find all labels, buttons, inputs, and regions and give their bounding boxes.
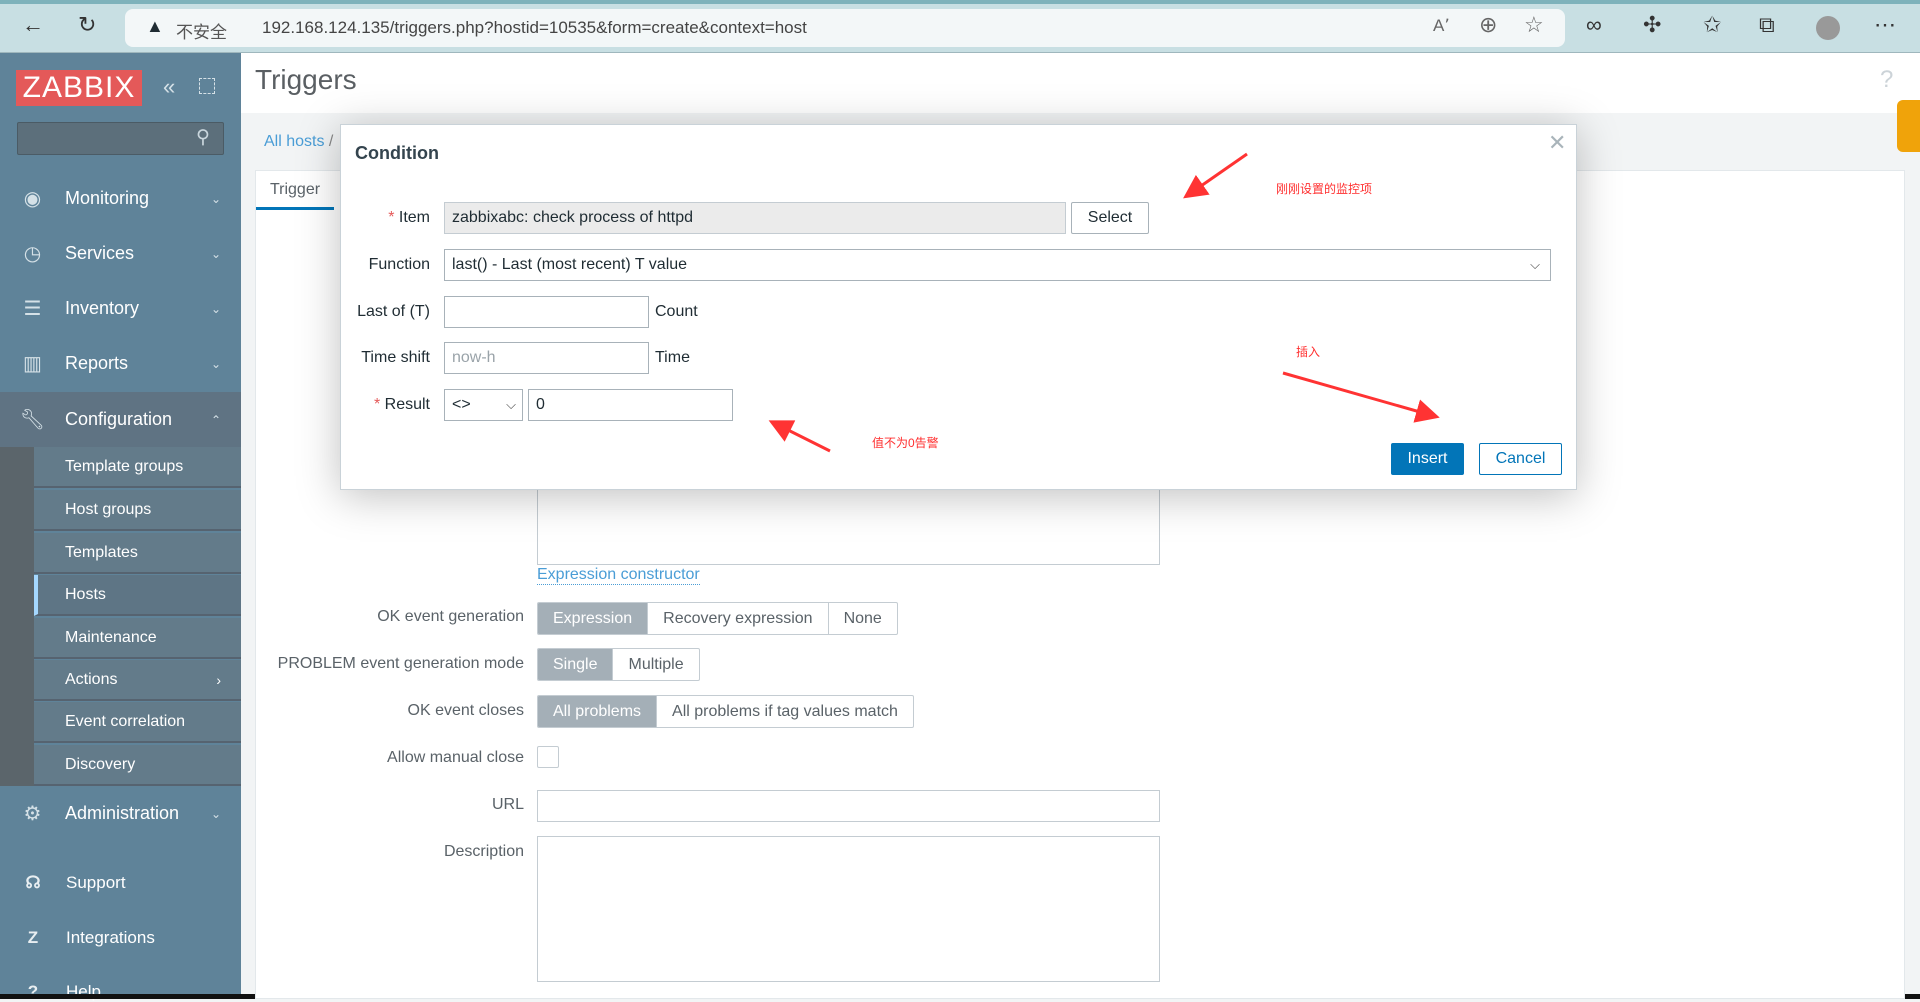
arrow-to-insert	[1282, 371, 1440, 423]
arrow-to-item	[1183, 152, 1248, 199]
annotation-item-note: 刚刚设置的监控项	[1276, 182, 1373, 196]
annotation-arrows	[768, 152, 1440, 453]
annotation-insert-note: 插入	[1296, 345, 1321, 359]
arrow-to-result	[768, 420, 831, 453]
annotation-result-note: 值不为0告警	[872, 436, 939, 450]
